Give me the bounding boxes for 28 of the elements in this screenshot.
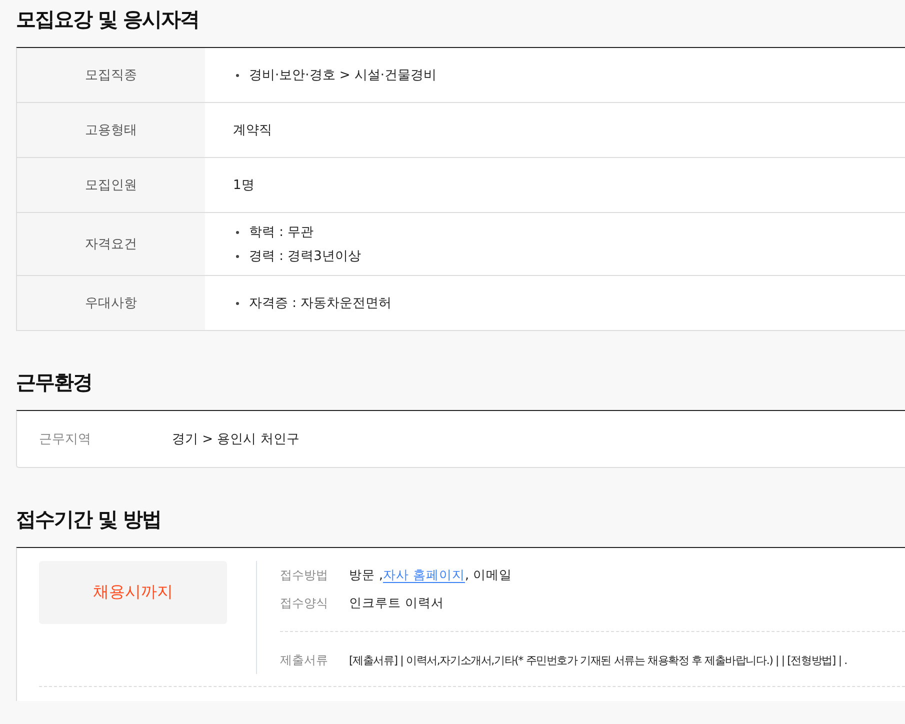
row-label: 자격요건 xyxy=(17,213,205,275)
row-label: 근무지역 xyxy=(39,431,92,448)
row-value: 방문 ,자사 홈페이지, 이메일 xyxy=(349,566,512,584)
section-title: 근무환경 xyxy=(16,369,93,396)
row-value: [제출서류] | 이력서,자기소개서,기타(* 주민번호가 기재된 서류는 채용확정 후 제출바랍니다.) | | [전형방법] | . xyxy=(349,652,847,668)
row-value: 경력 : 경력3년이상 xyxy=(249,248,361,265)
row-value: 자격증 : 자동차운전면허 xyxy=(249,295,392,312)
row-label: 제출서류 xyxy=(280,652,329,668)
row-label: 접수방법 xyxy=(280,566,329,584)
bullet-icon xyxy=(236,74,239,76)
row-label: 모집직종 xyxy=(17,48,205,102)
row-value: 1명 xyxy=(233,177,256,194)
row-label: 접수양식 xyxy=(280,594,329,612)
row-label: 모집인원 xyxy=(17,158,205,212)
deadline-badge: 채용시까지 xyxy=(39,561,227,624)
row-value: 학력 : 무관 xyxy=(249,224,314,241)
bullet-icon xyxy=(236,254,239,258)
row-label: 고용형태 xyxy=(17,103,205,157)
row-value: 계약직 xyxy=(233,122,273,139)
bullet-icon xyxy=(236,302,239,304)
row-value: 인크루트 이력서 xyxy=(349,594,444,612)
row-value: 경비·보안·경호 > 시설·건물경비 xyxy=(249,67,437,84)
section-title: 접수기간 및 방법 xyxy=(16,506,162,533)
row-value: 경기 > 용인시 처인구 xyxy=(172,431,300,448)
bullet-icon xyxy=(236,230,239,234)
section-title: 모집요강 및 응시자격 xyxy=(16,6,200,33)
homepage-link[interactable]: 자사 홈페이지 xyxy=(382,566,465,582)
row-label: 우대사항 xyxy=(17,276,205,330)
